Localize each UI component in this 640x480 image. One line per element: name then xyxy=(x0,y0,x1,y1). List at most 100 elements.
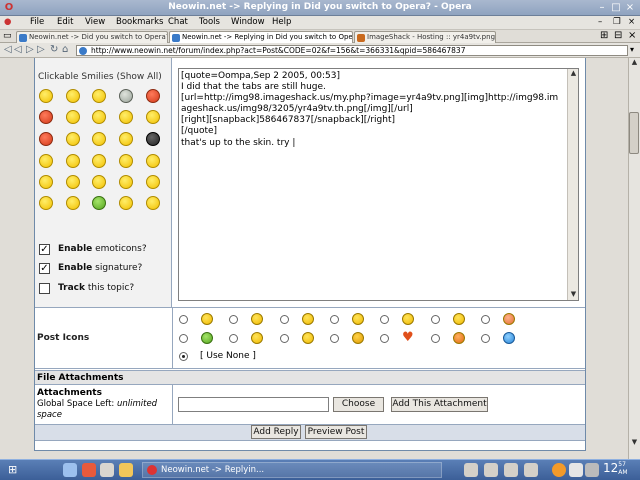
tray-volume-icon[interactable] xyxy=(585,463,599,477)
sick-smiley-icon[interactable] xyxy=(92,196,106,210)
smiley-icon[interactable] xyxy=(92,110,106,124)
address-dropdown-icon[interactable]: ▾ xyxy=(630,45,634,54)
new-tab-icon[interactable]: ⊞ xyxy=(600,30,608,41)
launcher-icon[interactable] xyxy=(63,463,77,477)
add-attachment-button[interactable]: Add This Attachment xyxy=(391,397,488,412)
use-none-radio[interactable] xyxy=(179,352,188,361)
smiley-icon[interactable] xyxy=(119,154,133,168)
enable-signature-checkbox[interactable]: ✓ xyxy=(39,263,50,274)
post-icon-radio[interactable] xyxy=(380,334,389,343)
post-icon-radio[interactable] xyxy=(481,315,490,324)
smiley-icon[interactable] xyxy=(146,110,160,124)
add-reply-button[interactable]: Add Reply xyxy=(251,425,301,439)
smiley-icon[interactable] xyxy=(119,132,133,146)
tile-icon[interactable]: ⊟ xyxy=(614,30,622,41)
smiley-icon[interactable] xyxy=(39,196,53,210)
smiley-icon[interactable] xyxy=(92,132,106,146)
forward-icon[interactable]: ▷ xyxy=(26,44,34,55)
restore-doc-icon[interactable]: ❐ xyxy=(613,17,621,27)
menu-edit[interactable]: Edit xyxy=(57,17,73,27)
smiley-icon[interactable] xyxy=(119,110,133,124)
post-icon-radio[interactable] xyxy=(330,315,339,324)
taskbar-opera-window[interactable]: Neowin.net -> Replyin... xyxy=(142,462,442,478)
tab-imageshack[interactable]: ImageShack - Hosting :: yr4a9tv.png xyxy=(354,31,496,43)
tab-switch-to-opera[interactable]: Neowin.net -> Did you switch to Opera? xyxy=(16,31,168,43)
opera-menu-icon[interactable]: ● xyxy=(4,17,11,27)
choose-button[interactable]: Choose xyxy=(333,397,384,412)
tray-app-icon[interactable] xyxy=(552,463,566,477)
message-text[interactable]: [quote=Oompa,Sep 2 2005, 00:53] I did th… xyxy=(181,71,563,296)
rewind-icon[interactable]: ◁ xyxy=(14,44,22,55)
smiley-icon[interactable] xyxy=(66,132,80,146)
devil-smiley-icon[interactable] xyxy=(39,132,53,146)
smiley-icon[interactable] xyxy=(66,196,80,210)
smilies-title[interactable]: Clickable Smilies (Show All) xyxy=(38,72,162,82)
maximize-icon[interactable]: □ xyxy=(610,2,622,14)
post-icon-radio[interactable] xyxy=(280,315,289,324)
alien-smiley-icon[interactable] xyxy=(119,89,133,103)
minimize-icon[interactable]: – xyxy=(596,2,608,14)
menu-window[interactable]: Window xyxy=(231,17,265,27)
page-icon[interactable]: ▭ xyxy=(3,31,12,41)
scroll-up-icon[interactable]: ▲ xyxy=(568,69,579,79)
smiley-icon[interactable] xyxy=(92,175,106,189)
smiley-icon[interactable] xyxy=(39,175,53,189)
smiley-icon[interactable] xyxy=(119,196,133,210)
clock[interactable]: 1257 AM xyxy=(603,461,628,477)
previous-track-icon[interactable] xyxy=(484,463,498,477)
smiley-icon[interactable] xyxy=(39,110,53,124)
close-icon[interactable]: × xyxy=(624,2,636,14)
menu-bookmarks[interactable]: Bookmarks xyxy=(116,17,164,27)
smiley-icon[interactable] xyxy=(92,89,106,103)
smiley-icon[interactable] xyxy=(39,154,53,168)
post-icon-radio[interactable] xyxy=(179,334,188,343)
tab-replying[interactable]: Neowin.net -> Replying in Did you switch… xyxy=(169,31,353,43)
play-icon[interactable] xyxy=(464,463,478,477)
menu-view[interactable]: View xyxy=(85,17,105,27)
page-scrollbar-thumb[interactable] xyxy=(629,112,639,154)
close-doc-icon[interactable]: × xyxy=(628,17,635,27)
smiley-icon[interactable] xyxy=(66,89,80,103)
post-icon-radio[interactable] xyxy=(179,315,188,324)
post-icon-radio[interactable] xyxy=(431,315,440,324)
post-icon-radio[interactable] xyxy=(229,334,238,343)
start-menu-icon[interactable]: ⊞ xyxy=(8,463,22,477)
minimize-doc-icon[interactable]: – xyxy=(598,17,602,27)
smiley-icon[interactable] xyxy=(146,196,160,210)
smiley-icon[interactable] xyxy=(66,175,80,189)
menu-chat[interactable]: Chat xyxy=(168,17,188,27)
fast-forward-icon[interactable]: ▷ xyxy=(37,44,45,55)
home-icon[interactable]: ⌂ xyxy=(62,44,68,55)
preview-post-button[interactable]: Preview Post xyxy=(305,425,367,439)
scroll-up-icon[interactable]: ▲ xyxy=(629,58,640,68)
scroll-down-icon[interactable]: ▼ xyxy=(568,290,579,300)
smiley-icon[interactable] xyxy=(146,175,160,189)
folder-launcher-icon[interactable] xyxy=(119,463,133,477)
menu-help[interactable]: Help xyxy=(272,17,291,27)
smiley-icon[interactable] xyxy=(66,154,80,168)
smiley-icon[interactable] xyxy=(119,175,133,189)
smiley-icon[interactable] xyxy=(66,110,80,124)
angry-smiley-icon[interactable] xyxy=(146,89,160,103)
close-tab-icon[interactable]: × xyxy=(628,30,636,41)
post-icon-radio[interactable] xyxy=(380,315,389,324)
menu-tools[interactable]: Tools xyxy=(199,17,220,27)
post-icon-radio[interactable] xyxy=(481,334,490,343)
post-icon-radio[interactable] xyxy=(229,315,238,324)
back-icon[interactable]: ◁ xyxy=(4,44,12,55)
scroll-down-icon[interactable]: ▼ xyxy=(629,438,640,448)
post-icon-radio[interactable] xyxy=(330,334,339,343)
enable-emoticons-checkbox[interactable]: ✓ xyxy=(39,244,50,255)
opera-launcher-icon[interactable] xyxy=(82,463,96,477)
attachment-file-input[interactable] xyxy=(178,397,329,412)
reload-icon[interactable]: ↻ xyxy=(50,44,58,55)
smiley-icon[interactable] xyxy=(39,89,53,103)
stop-icon[interactable] xyxy=(524,463,538,477)
address-input[interactable]: http://www.neowin.net/forum/index.php?ac… xyxy=(76,45,628,56)
files-launcher-icon[interactable] xyxy=(100,463,114,477)
smiley-icon[interactable] xyxy=(146,154,160,168)
tray-monitor-icon[interactable] xyxy=(569,463,583,477)
next-track-icon[interactable] xyxy=(504,463,518,477)
post-icon-radio[interactable] xyxy=(431,334,440,343)
smiley-icon[interactable] xyxy=(92,154,106,168)
